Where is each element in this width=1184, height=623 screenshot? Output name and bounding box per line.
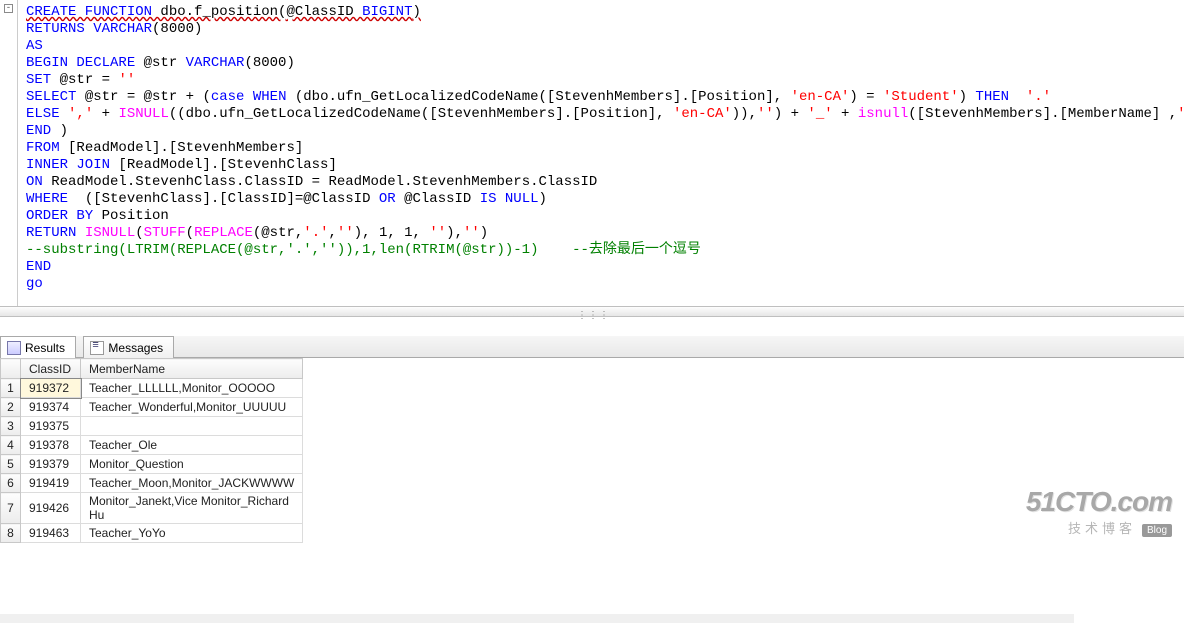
messages-icon [90,341,104,355]
tab-results-label: Results [25,341,65,355]
tab-results[interactable]: Results [0,336,76,358]
table-row[interactable]: 1919372Teacher_LLLLLL,Monitor_OOOOO [1,379,303,398]
row-number[interactable]: 5 [1,455,21,474]
results-grid-icon [7,341,21,355]
table-row[interactable]: 5919379Monitor_Question [1,455,303,474]
results-pane: ClassID MemberName 1919372Teacher_LLLLLL… [0,358,1184,545]
table-row[interactable]: 6919419Teacher_Moon,Monitor_JACKWWWW [1,474,303,493]
cell-classid[interactable]: 919419 [21,474,81,493]
cell-membername[interactable]: Teacher_Ole [81,436,303,455]
row-number[interactable]: 4 [1,436,21,455]
cell-membername[interactable] [81,417,303,436]
row-number[interactable]: 2 [1,398,21,417]
cell-membername[interactable]: Teacher_Wonderful,Monitor_UUUUU [81,398,303,417]
row-number[interactable]: 1 [1,379,21,398]
cell-membername[interactable]: Teacher_YoYo [81,524,303,543]
tab-messages[interactable]: Messages [83,336,174,358]
cell-classid[interactable]: 919375 [21,417,81,436]
table-row[interactable]: 2919374Teacher_Wonderful,Monitor_UUUUU [1,398,303,417]
row-number[interactable]: 8 [1,524,21,543]
row-number[interactable]: 6 [1,474,21,493]
code-area[interactable]: CREATE FUNCTION dbo.f_position(@ClassID … [0,0,1184,297]
row-number[interactable]: 7 [1,493,21,524]
cell-classid[interactable]: 919372 [21,379,81,398]
cell-membername[interactable]: Monitor_Question [81,455,303,474]
col-header-membername[interactable]: MemberName [81,359,303,379]
cell-classid[interactable]: 919379 [21,455,81,474]
cell-membername[interactable]: Monitor_Janekt,Vice Monitor_Richard Hu [81,493,303,524]
corner-cell[interactable] [1,359,21,379]
col-header-classid[interactable]: ClassID [21,359,81,379]
cell-classid[interactable]: 919463 [21,524,81,543]
horizontal-scrollbar[interactable] [0,614,1074,623]
tab-messages-label: Messages [108,341,163,355]
result-tabs: Results Messages [0,336,1184,358]
splitter-grip: ⋮⋮⋮ [577,310,607,315]
cell-membername[interactable]: Teacher_LLLLLL,Monitor_OOOOO [81,379,303,398]
row-number[interactable]: 3 [1,417,21,436]
pane-splitter[interactable]: ⋮⋮⋮ [0,306,1184,317]
table-row[interactable]: 4919378Teacher_Ole [1,436,303,455]
table-row[interactable]: 3919375 [1,417,303,436]
cell-classid[interactable]: 919378 [21,436,81,455]
cell-classid[interactable]: 919426 [21,493,81,524]
sql-editor-pane[interactable]: - CREATE FUNCTION dbo.f_position(@ClassI… [0,0,1184,306]
table-row[interactable]: 8919463Teacher_YoYo [1,524,303,543]
results-grid[interactable]: ClassID MemberName 1919372Teacher_LLLLLL… [0,358,303,543]
cell-membername[interactable]: Teacher_Moon,Monitor_JACKWWWW [81,474,303,493]
fold-toggle[interactable]: - [4,4,13,13]
gutter: - [0,0,18,306]
table-row[interactable]: 7919426Monitor_Janekt,Vice Monitor_Richa… [1,493,303,524]
cell-classid[interactable]: 919374 [21,398,81,417]
